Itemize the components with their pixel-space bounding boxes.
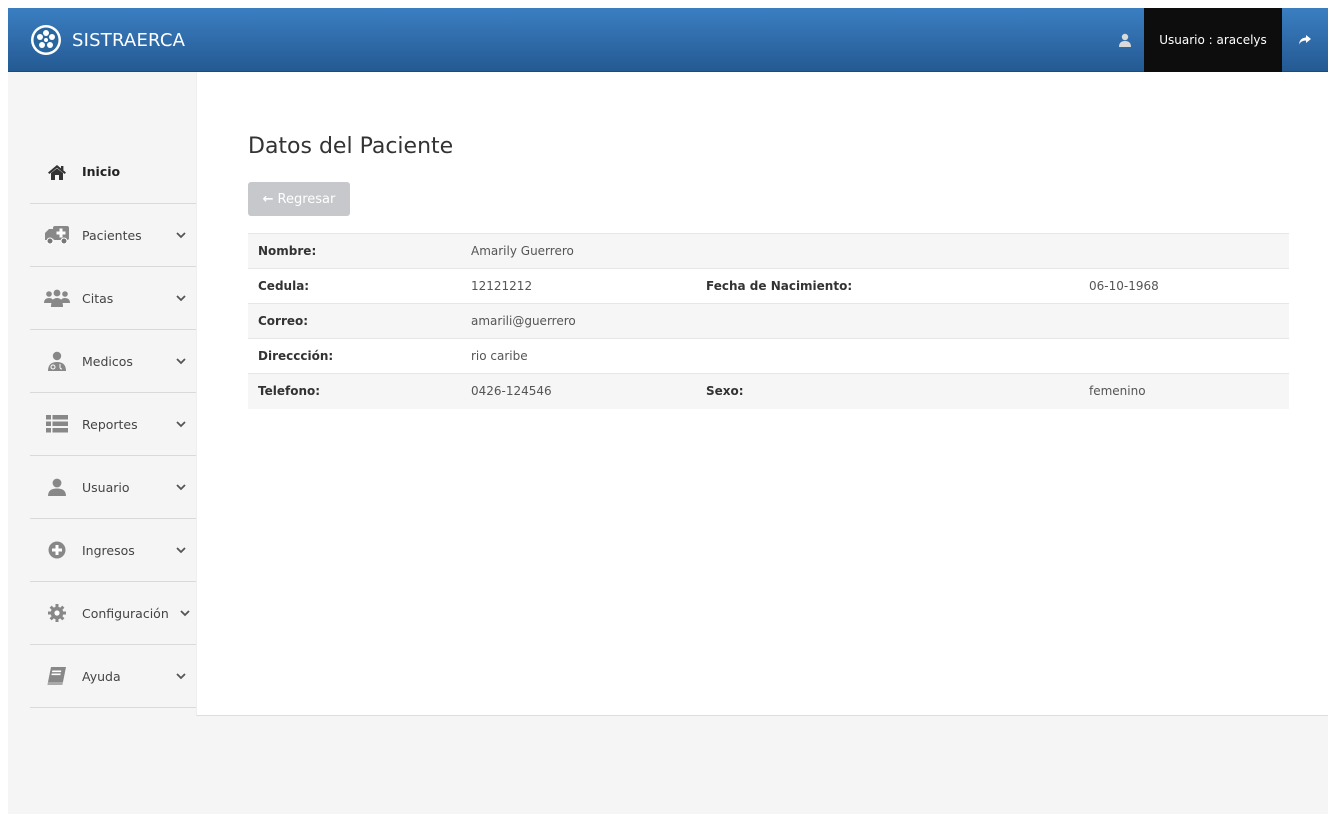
- logo-icon: [31, 25, 61, 55]
- gear-icon: [44, 602, 70, 624]
- correo-label: Correo:: [248, 303, 461, 339]
- sidebar-item-ingresos[interactable]: Ingresos: [30, 519, 196, 582]
- list-icon: [44, 413, 70, 435]
- user-menu[interactable]: Usuario : aracelys: [1144, 8, 1282, 72]
- main-content: Datos del Paciente ← Regresar Nombre: Am…: [196, 72, 1328, 716]
- cedula-label: Cedula:: [248, 268, 461, 304]
- sidebar-item-label: Configuración: [82, 605, 169, 621]
- sidebar-item-pacientes[interactable]: Pacientes: [30, 204, 196, 267]
- sidebar-item-reportes[interactable]: Reportes: [30, 393, 196, 456]
- brand-name: SISTRAERCA: [72, 29, 186, 51]
- table-row: Correo: amarili@guerrero: [248, 303, 1289, 339]
- cedula-value: 12121212: [461, 268, 696, 304]
- users-group-icon: [44, 287, 70, 309]
- nombre-value: Amarily Guerrero: [461, 233, 696, 269]
- fecha-nacimiento-label: Fecha de Nacimiento:: [696, 268, 1079, 304]
- direccion-label: Direccción:: [248, 338, 461, 374]
- patient-details-table: Nombre: Amarily Guerrero Cedula: 1212121…: [248, 233, 1289, 409]
- chevron-down-icon: [180, 610, 190, 617]
- sidebar-item-configuracion[interactable]: Configuración: [30, 582, 196, 645]
- sidebar-item-label: Pacientes: [82, 227, 142, 243]
- ambulance-icon: [44, 224, 70, 246]
- navbar-right: Usuario : aracelys: [1106, 8, 1328, 72]
- sidebar-item-inicio[interactable]: Inicio: [30, 140, 196, 204]
- chevron-down-icon: [176, 547, 186, 554]
- direccion-value: rio caribe: [461, 338, 696, 374]
- sidebar-item-label: Ayuda: [82, 668, 121, 684]
- back-button[interactable]: ← Regresar: [248, 182, 350, 216]
- chevron-down-icon: [176, 295, 186, 302]
- sexo-value: femenino: [1079, 373, 1289, 409]
- table-row: Telefono: 0426-124546 Sexo: femenino: [248, 373, 1289, 409]
- user-icon: [44, 476, 70, 498]
- chevron-down-icon: [176, 358, 186, 365]
- book-icon: [44, 665, 70, 687]
- telefono-label: Telefono:: [248, 373, 461, 409]
- chevron-down-icon: [176, 673, 186, 680]
- share-arrow-icon[interactable]: [1282, 8, 1328, 72]
- sexo-label: Sexo:: [696, 373, 1079, 409]
- sidebar-item-citas[interactable]: Citas: [30, 267, 196, 330]
- sidebar-item-label: Usuario: [82, 479, 130, 495]
- doctor-icon: [44, 350, 70, 372]
- table-row: Direccción: rio caribe: [248, 338, 1289, 374]
- back-button-label: Regresar: [277, 191, 336, 207]
- app-frame: SISTRAERCA Usuario : aracelys Inicio Pac…: [8, 8, 1328, 814]
- plus-circle-icon: [44, 539, 70, 561]
- table-row: Cedula: 12121212 Fecha de Nacimiento: 06…: [248, 268, 1289, 304]
- page-title: Datos del Paciente: [248, 134, 454, 159]
- table-row: Nombre: Amarily Guerrero: [248, 233, 1289, 269]
- sidebar-item-label: Ingresos: [82, 542, 135, 558]
- chevron-down-icon: [176, 421, 186, 428]
- sidebar-item-ayuda[interactable]: Ayuda: [30, 645, 196, 708]
- brand[interactable]: SISTRAERCA: [30, 20, 185, 60]
- sidebar: Inicio Pacientes Citas Medicos Reportes …: [30, 140, 196, 708]
- nombre-label: Nombre:: [248, 233, 461, 269]
- sidebar-item-label: Medicos: [82, 353, 133, 369]
- telefono-value: 0426-124546: [461, 373, 696, 409]
- sidebar-item-label: Citas: [82, 290, 114, 306]
- arrow-left-icon: ←: [262, 191, 274, 207]
- sidebar-item-medicos[interactable]: Medicos: [30, 330, 196, 393]
- correo-value: amarili@guerrero: [461, 303, 696, 339]
- user-icon[interactable]: [1106, 8, 1144, 72]
- sidebar-item-usuario[interactable]: Usuario: [30, 456, 196, 519]
- top-navbar: SISTRAERCA Usuario : aracelys: [8, 8, 1328, 72]
- sidebar-item-label: Inicio: [82, 164, 121, 179]
- chevron-down-icon: [176, 232, 186, 239]
- sidebar-item-label: Reportes: [82, 416, 138, 432]
- home-icon: [44, 161, 70, 183]
- chevron-down-icon: [176, 484, 186, 491]
- fecha-nacimiento-value: 06-10-1968: [1079, 268, 1289, 304]
